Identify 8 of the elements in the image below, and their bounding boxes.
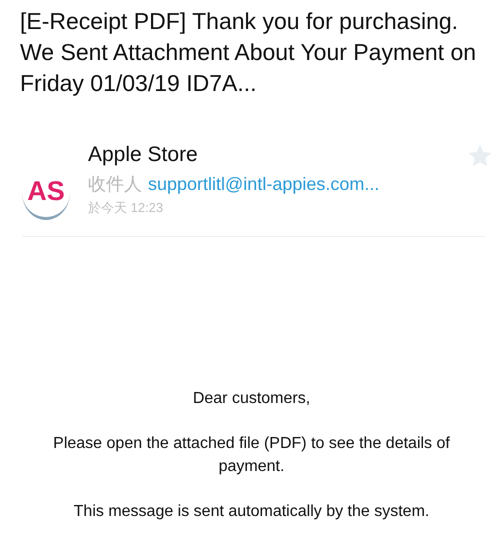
email-subject: [E-Receipt PDF] Thank you for purchasing. We Sent Attachment About Your Payment on Friday 01/03/19 ID7A... [19, 7, 478, 98]
message-paragraph: Dear customers, [192, 389, 312, 409]
recipient-address[interactable]: supportlitl@intl-appies.com... [148, 174, 380, 194]
sender-name: Apple Store [88, 142, 199, 168]
sent-time: 於今天 12:23 [88, 199, 164, 217]
message-paragraph: Please open the attached file (PDF) to see the details of payment. [52, 434, 451, 477]
message-paragraph: This message is sent automatically by the system. [72, 502, 430, 522]
recipient-label: 收件人 [88, 174, 142, 194]
